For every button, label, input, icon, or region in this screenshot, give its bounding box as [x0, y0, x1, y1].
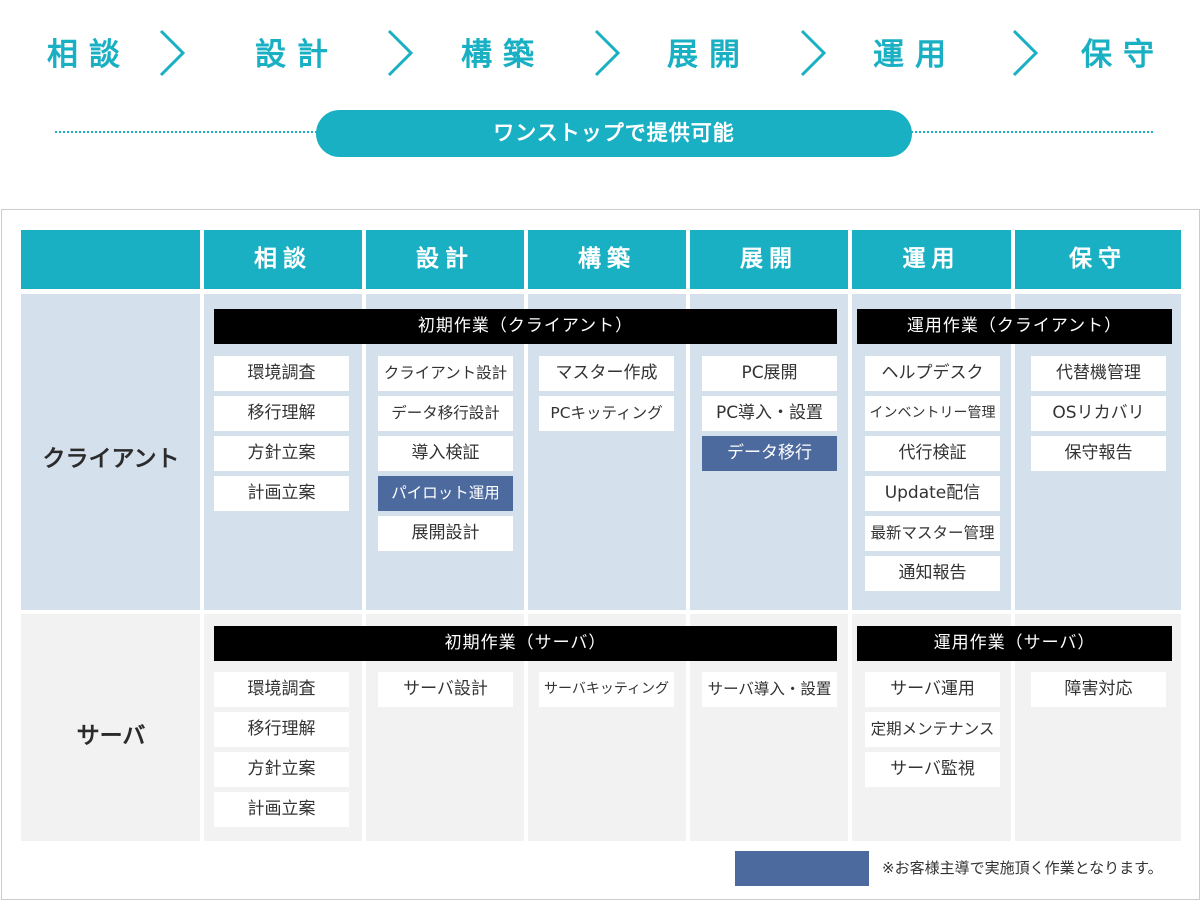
flow-step-build: 構築 — [461, 37, 545, 73]
task-box: サーバ運用 — [865, 672, 1000, 707]
task-box: 方針立案 — [214, 752, 349, 787]
task-box: 導入検証 — [378, 436, 513, 471]
header-operate: 運用 — [852, 230, 1011, 289]
header-maintain: 保守 — [1015, 230, 1181, 289]
chevron-right-icon — [592, 28, 622, 78]
one-stop-banner: ワンストップで提供可能 — [316, 110, 912, 157]
header-deploy: 展開 — [690, 230, 848, 289]
header-build: 構築 — [528, 230, 686, 289]
task-box-customer-led: パイロット運用 — [378, 476, 513, 511]
task-box: 環境調査 — [214, 672, 349, 707]
task-box: サーバ監視 — [865, 752, 1000, 787]
task-box: サーバ設計 — [378, 672, 513, 707]
task-box: 代替機管理 — [1031, 356, 1166, 391]
task-box: データ移行設計 — [378, 396, 513, 431]
phase-bar-client-ops: 運用作業（クライアント） — [857, 309, 1172, 344]
task-box: 代行検証 — [865, 436, 1000, 471]
dotted-line-left — [55, 131, 317, 133]
dotted-line-right — [911, 131, 1153, 133]
task-box: Update配信 — [865, 476, 1000, 511]
task-box: マスター作成 — [539, 356, 674, 391]
flow-step-maintain: 保守 — [1081, 37, 1165, 73]
task-box: 計画立案 — [214, 476, 349, 511]
task-box: PCキッティング — [539, 396, 674, 431]
row-label-client: クライアント — [42, 446, 180, 472]
header-consult: 相談 — [204, 230, 362, 289]
flow-step-operate: 運用 — [873, 37, 957, 73]
task-box: 計画立案 — [214, 792, 349, 827]
task-box: OSリカバリ — [1031, 396, 1166, 431]
phase-bar-server-initial: 初期作業（サーバ） — [214, 626, 837, 661]
task-box: 環境調査 — [214, 356, 349, 391]
task-box: 方針立案 — [214, 436, 349, 471]
task-box: 移行理解 — [214, 396, 349, 431]
chevron-right-icon — [385, 28, 415, 78]
task-box: 障害対応 — [1031, 672, 1166, 707]
legend-swatch-customer-led — [735, 851, 869, 886]
task-box: 通知報告 — [865, 556, 1000, 591]
task-box: クライアント設計 — [378, 356, 513, 391]
task-box: 保守報告 — [1031, 436, 1166, 471]
chevron-right-icon — [1010, 28, 1040, 78]
task-box: 最新マスター管理 — [865, 516, 1000, 551]
header-design: 設計 — [366, 230, 524, 289]
legend-note: ※お客様主導で実施頂く作業となります。 — [882, 859, 1163, 877]
flow-step-design: 設計 — [255, 37, 339, 73]
task-box: PC展開 — [702, 356, 837, 391]
row-label-server: サーバ — [76, 723, 146, 749]
chevron-right-icon — [798, 28, 828, 78]
phase-bar-client-initial: 初期作業（クライアント） — [214, 309, 837, 344]
header-corner-cell — [21, 230, 200, 289]
task-box: ヘルプデスク — [865, 356, 1000, 391]
task-box: インベントリー管理 — [865, 396, 1000, 431]
task-box-customer-led: データ移行 — [702, 436, 837, 471]
chevron-right-icon — [157, 28, 187, 78]
task-box: 定期メンテナンス — [865, 712, 1000, 747]
flow-step-consult: 相談 — [47, 37, 131, 73]
task-box: PC導入・設置 — [702, 396, 837, 431]
task-box: サーバキッティング — [539, 672, 674, 707]
phase-bar-server-ops: 運用作業（サーバ） — [857, 626, 1172, 661]
task-box: 移行理解 — [214, 712, 349, 747]
flow-step-deploy: 展開 — [667, 37, 751, 73]
task-box: 展開設計 — [378, 516, 513, 551]
task-box: サーバ導入・設置 — [702, 672, 837, 707]
